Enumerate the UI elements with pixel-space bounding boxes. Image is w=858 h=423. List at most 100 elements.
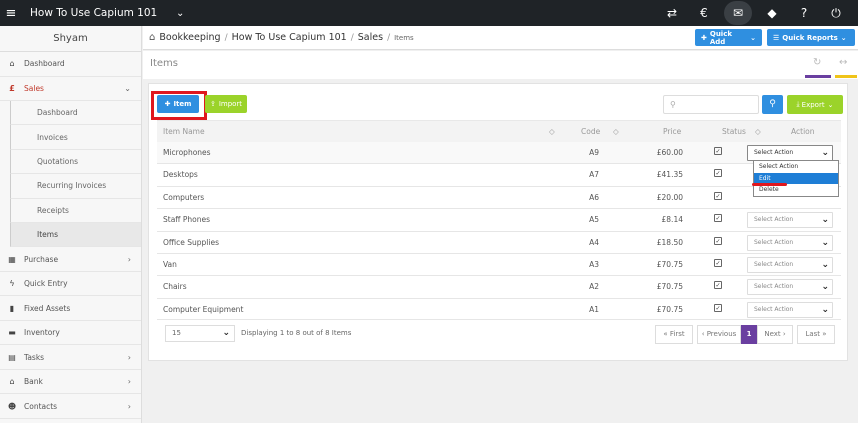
swap-icon[interactable]: ⇄ <box>656 6 688 20</box>
status-checkbox[interactable]: ✓ <box>714 281 722 290</box>
add-item-button[interactable]: ✚ Item <box>157 95 199 113</box>
quick-add-button[interactable]: ✚ Quick Add ⌄ <box>695 29 762 46</box>
status-checkbox[interactable]: ✓ <box>714 147 722 155</box>
search-input[interactable]: ⚲ <box>663 95 759 114</box>
power-icon[interactable]: ⏻ <box>820 6 852 21</box>
add-item-label: Item <box>173 100 192 108</box>
item-price: £8.14 <box>661 215 683 225</box>
export-button[interactable]: ⤓ Export ⌄ <box>787 95 843 114</box>
column-header-price[interactable]: Price <box>663 127 681 136</box>
action-dropdown-list: Select Action Edit Delete <box>753 160 839 197</box>
search-icon: ⚲ <box>670 100 676 109</box>
sidebar-subitem-invoices[interactable]: Invoices <box>10 125 141 150</box>
search-button[interactable]: ⚲ <box>762 95 783 114</box>
page-1-button[interactable]: 1 <box>741 325 757 344</box>
sidebar-item-quick-entry[interactable]: ϟ Quick Entry <box>0 272 141 297</box>
table-row: Computer Equipment A1 £70.75 ✓ Select Ac… <box>157 299 841 321</box>
status-checkbox[interactable]: ✓ <box>714 303 722 312</box>
action-select[interactable]: Select Action ⌄ <box>747 279 833 296</box>
import-button[interactable]: ⇪ Import <box>205 95 247 113</box>
chevron-down-icon[interactable]: ⌄ <box>176 8 184 19</box>
item-name: Computers <box>163 192 205 202</box>
sidebar-subitem-dashboard[interactable]: Dashboard <box>10 101 141 126</box>
action-select-value: Select Action <box>754 283 794 291</box>
breadcrumb-sales[interactable]: Sales <box>358 32 383 43</box>
page-size-select[interactable]: 15 ⌄ <box>165 325 235 342</box>
sidebar-item-sales[interactable]: £ Sales ⌄ <box>0 77 141 101</box>
quick-entry-icon: ϟ <box>9 279 15 289</box>
home-icon[interactable]: ⌂ <box>149 32 155 43</box>
action-select[interactable]: Select Action ⌄ <box>747 145 833 161</box>
item-price: £18.50 <box>656 237 683 247</box>
purchase-icon: ▦ <box>8 254 16 264</box>
breadcrumb-bookkeeping[interactable]: Bookkeeping <box>159 32 220 43</box>
top-bar: ≡ How To Use Capium 101 ⌄ ⇄ € ✉ ◆ ? ⏻ <box>0 0 858 26</box>
item-name: Office Supplies <box>163 237 220 247</box>
quick-add-label: Quick Add <box>709 29 733 46</box>
next-page-button[interactable]: Next › <box>757 325 793 344</box>
action-select[interactable]: Select Action ⌄ <box>747 257 833 273</box>
action-select[interactable]: Select Action ⌄ <box>747 212 833 229</box>
page-header: Items ↻ ↔ <box>143 51 858 79</box>
refresh-icon[interactable]: ↻ <box>813 57 821 68</box>
sort-icon[interactable]: ◇ <box>755 127 761 136</box>
action-select-value: Select Action <box>754 216 794 224</box>
status-checkbox[interactable]: ✓ <box>714 191 722 200</box>
item-code: A9 <box>589 148 599 157</box>
sidebar-item-label: Sales <box>24 83 44 93</box>
sort-icon[interactable]: ◇ <box>613 127 619 136</box>
page-title: Items <box>150 58 178 69</box>
help-icon[interactable]: ? <box>788 6 820 20</box>
bank-icon: ⌂ <box>9 377 15 387</box>
item-code: A4 <box>589 237 599 247</box>
expand-icon[interactable]: ↔ <box>839 57 847 68</box>
sidebar-subitem-quotations[interactable]: Quotations <box>10 149 141 175</box>
sidebar-user-name[interactable]: Shyam <box>0 26 141 52</box>
item-code: A5 <box>589 215 599 225</box>
table-row: Staff Phones A5 £8.14 ✓ Select Action ⌄ <box>157 209 841 232</box>
status-checkbox[interactable]: ✓ <box>714 214 722 223</box>
status-checkbox[interactable]: ✓ <box>714 259 722 267</box>
chevron-down-icon: ⌄ <box>840 33 847 42</box>
sidebar-item-purchase[interactable]: ▦ Purchase › <box>0 247 141 272</box>
action-select-value: Select Action <box>754 149 794 156</box>
items-panel: ✚ Item ⇪ Import ⚲ ⚲ ⤓ Export ⌄ Item Name… <box>148 83 848 361</box>
item-price: £70.75 <box>656 304 683 314</box>
table-row: Computers A6 £20.00 ✓ <box>157 187 841 210</box>
first-page-button[interactable]: « First <box>655 325 693 344</box>
sidebar-subitem-receipts[interactable]: Receipts <box>10 198 141 223</box>
sidebar-subitem-items[interactable]: Items <box>10 222 141 248</box>
action-select[interactable]: Select Action ⌄ <box>747 301 833 318</box>
tag-icon[interactable]: ◆ <box>756 6 788 20</box>
chevron-down-icon: ⌄ <box>821 260 829 270</box>
sidebar-item-tasks[interactable]: ▤ Tasks › <box>0 345 141 370</box>
sort-icon[interactable]: ◇ <box>549 127 555 136</box>
item-name: Microphones <box>163 148 211 157</box>
action-select[interactable]: Select Action ⌄ <box>747 234 833 251</box>
announcement-icon[interactable]: ✉ <box>724 1 752 25</box>
sidebar-item-label: Contacts <box>24 401 58 411</box>
sidebar-subitem-recurring-invoices[interactable]: Recurring Invoices <box>10 174 141 199</box>
sidebar-item-bank[interactable]: ⌂ Bank › <box>0 370 141 395</box>
app-title[interactable]: How To Use Capium 101 <box>30 7 168 19</box>
item-code: A6 <box>589 192 599 202</box>
sidebar-item-inventory[interactable]: ▬ Inventory <box>0 321 141 346</box>
dropdown-option-select-action[interactable]: Select Action <box>754 161 838 173</box>
sidebar-item-fixed-assets[interactable]: ▮ Fixed Assets <box>0 296 141 321</box>
breadcrumb-company[interactable]: How To Use Capium 101 <box>232 32 347 43</box>
currency-icon[interactable]: € <box>688 6 720 20</box>
quick-reports-button[interactable]: ☰ Quick Reports ⌄ <box>767 29 855 46</box>
dashboard-icon: ⌂ <box>9 59 15 69</box>
status-checkbox[interactable]: ✓ <box>714 236 722 245</box>
sidebar-item-contacts[interactable]: ☻ Contacts › <box>0 394 141 419</box>
sidebar-item-dashboard[interactable]: ⌂ Dashboard <box>0 52 141 77</box>
item-price: £60.00 <box>656 148 683 157</box>
chevron-right-icon: › <box>127 254 131 264</box>
status-checkbox[interactable]: ✓ <box>714 169 722 178</box>
column-header-status[interactable]: Status <box>722 127 746 136</box>
column-header-item-name[interactable]: Item Name <box>163 127 205 136</box>
hamburger-icon[interactable]: ≡ <box>0 6 22 21</box>
last-page-button[interactable]: Last » <box>797 325 835 344</box>
column-header-code[interactable]: Code <box>581 127 600 136</box>
previous-page-button[interactable]: ‹ Previous <box>697 325 741 344</box>
